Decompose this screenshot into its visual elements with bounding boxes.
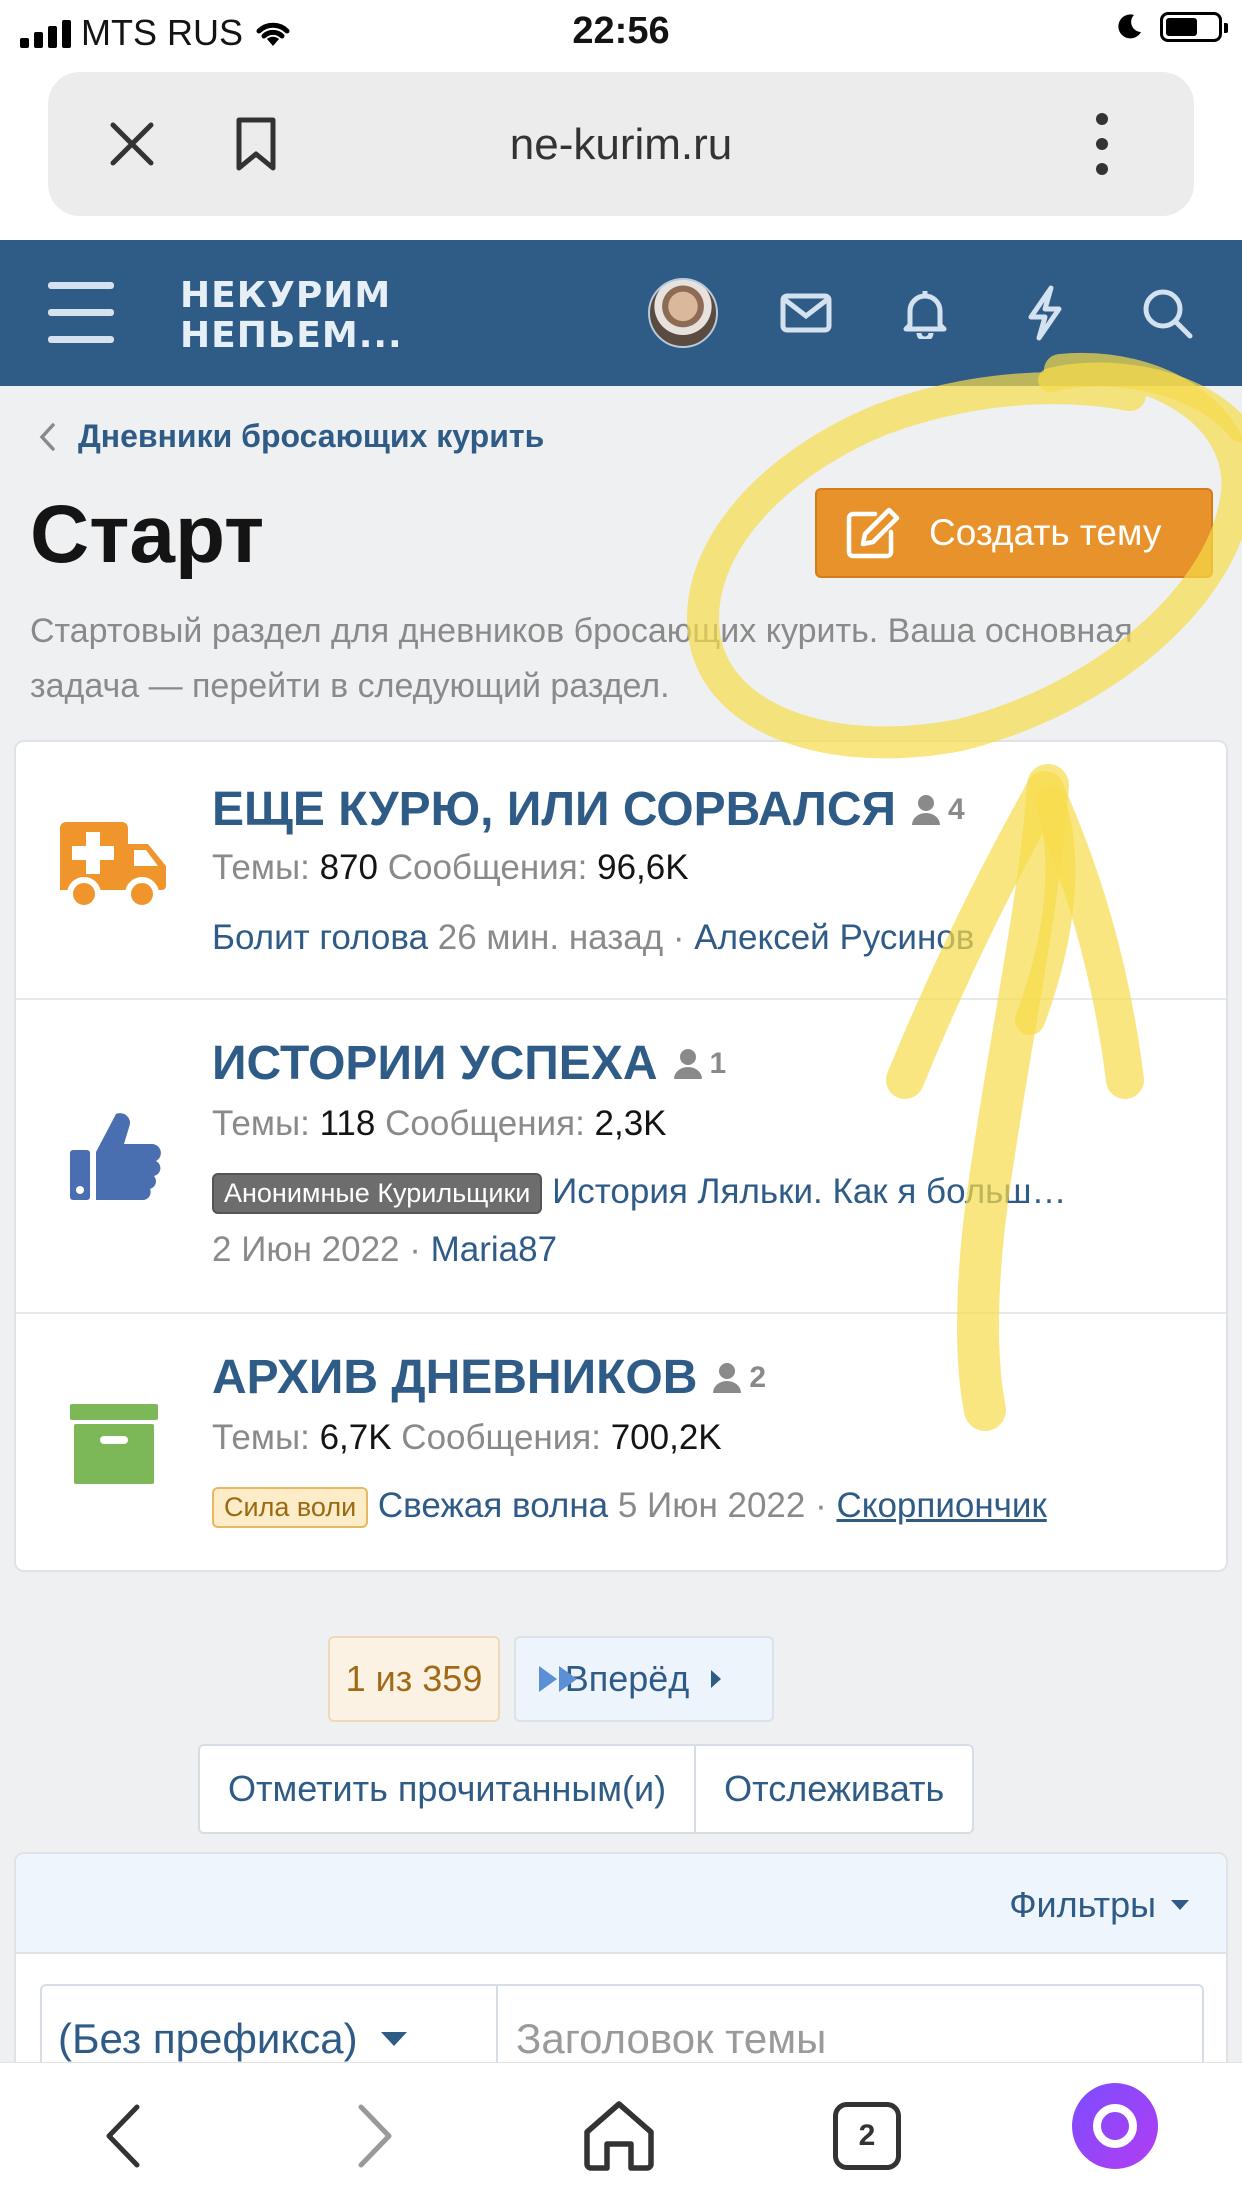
edit-icon [846,507,900,559]
users-online: 1 [672,1047,726,1081]
browser-toolbar: ne-kurim.ru [0,62,1242,240]
create-thread-button[interactable]: Создать тему [815,488,1213,578]
forum-stats: Темы: 118 Сообщения: 2,3K [212,1104,667,1143]
watch-button[interactable]: Отслеживать [694,1746,972,1832]
mark-read-button[interactable]: Отметить прочитанным(и) [200,1746,694,1832]
forward-icon[interactable] [330,2091,420,2181]
last-post-meta: 2 Июн 2022 · Maria87 [212,1230,558,1269]
messages-count: 700,2K [610,1418,722,1457]
page-description: Стартовый раздел для дневников бросающих… [30,612,1133,705]
caret-down-icon [380,2032,407,2046]
home-icon[interactable] [574,2091,664,2181]
url-text[interactable]: ne-kurim.ru [48,120,1194,170]
forum-title[interactable]: ИСТОРИИ УСПЕХА 1 [212,1036,726,1091]
site-logo[interactable]: НЕКУРИМ НЕПЬЕМ... [180,276,403,356]
last-thread-link[interactable]: Свежая волна [378,1486,608,1525]
last-post-time: 5 Июн 2022 [617,1486,806,1525]
forum-node[interactable]: ЕЩЕ КУРЮ, ИЛИ СОРВАЛСЯ 4 Темы: 870 Сообщ… [16,742,1226,1000]
user-icon [713,1362,742,1393]
page-title: Старт [30,489,265,580]
lightning-icon[interactable] [1010,278,1080,348]
page-current[interactable]: 1 из 359 [328,1636,500,1722]
forum-title[interactable]: ЕЩЕ КУРЮ, ИЛИ СОРВАЛСЯ 4 [212,782,965,837]
last-thread-link[interactable]: История Ляльки. Как я больш… [552,1172,1066,1211]
forum-title[interactable]: АРХИВ ДНЕВНИКОВ 2 [212,1350,766,1405]
last-page-icon[interactable] [524,1636,594,1722]
threads-count: 870 [319,848,378,887]
search-icon[interactable] [1132,278,1202,348]
threads-count: 118 [319,1104,376,1143]
menu-icon[interactable] [48,282,114,343]
last-user-link[interactable]: Алексей Русинов [694,918,974,957]
battery-icon [1160,12,1228,42]
messages-count: 96,6K [597,848,689,887]
last-thread-link[interactable]: Болит голова [212,918,428,957]
threads-count: 6,7K [319,1418,392,1457]
forum-actions: Отметить прочитанным(и) Отслеживать [198,1744,975,1834]
last-post: Сила воли Свежая волна 5 Июн 2022 · Скор… [212,1486,1047,1529]
bell-icon[interactable] [890,278,960,348]
breadcrumb[interactable]: Дневники бросающих курить [38,418,544,455]
last-post-time: 26 мин. назад [437,918,664,957]
mail-icon[interactable] [771,278,841,348]
forum-stats: Темы: 870 Сообщения: 96,6K [212,848,689,887]
last-post: Анонимные Курильщики История Ляльки. Как… [212,1172,1067,1215]
last-user-link[interactable]: Скорпиончик [836,1486,1046,1525]
last-user-link[interactable]: Maria87 [431,1230,557,1269]
archive-box-icon [54,1384,174,1504]
browser-bottom-bar: 2 [0,2062,1242,2208]
filters-button[interactable]: Фильтры [1009,1884,1190,1926]
forum-stats: Темы: 6,7K Сообщения: 700,2K [212,1418,722,1457]
breadcrumb-link[interactable]: Дневники бросающих курить [78,418,544,455]
status-bar: MTS RUS 22:56 [0,0,1242,62]
voice-assistant-icon[interactable] [1072,2083,1158,2169]
messages-count: 2,3K [594,1104,667,1143]
create-thread-label: Создать тему [929,512,1162,553]
user-avatar[interactable] [648,278,718,348]
forum-list: ЕЩЕ КУРЮ, ИЛИ СОРВАЛСЯ 4 Темы: 870 Сообщ… [14,740,1228,1572]
last-post-time: 2 Июн 2022 [212,1230,400,1269]
caret-down-icon [1171,1900,1189,1910]
ambulance-icon [54,806,174,926]
status-time: 22:56 [572,10,670,52]
tabs-count: 2 [833,2102,901,2170]
site-header: НЕКУРИМ НЕПЬЕМ... [0,240,1242,386]
prefix-label[interactable]: Анонимные Курильщики [212,1173,543,1215]
user-icon [673,1048,702,1079]
prefix-label[interactable]: Сила воли [212,1487,369,1529]
last-post: Болит голова 26 мин. назад · Алексей Рус… [212,918,975,957]
users-online: 4 [910,793,965,827]
user-icon [912,794,941,825]
caret-right-icon [711,1670,722,1688]
status-right [1114,12,1228,42]
more-vertical-icon[interactable] [1066,108,1138,180]
chevron-left-icon [39,422,55,451]
pagination: 1 из 359 Вперёд [328,1636,774,1722]
thumbs-up-icon [54,1096,174,1216]
forum-node[interactable]: ИСТОРИИ УСПЕХА 1 Темы: 118 Сообщения: 2,… [16,1000,1226,1314]
filter-bar: Фильтры [16,1854,1226,1954]
users-online: 2 [711,1361,766,1395]
moon-icon [1118,14,1141,39]
forum-node[interactable]: АРХИВ ДНЕВНИКОВ 2 Темы: 6,7K Сообщения: … [16,1314,1226,1570]
back-icon[interactable] [78,2091,168,2181]
address-bar[interactable]: ne-kurim.ru [48,72,1194,216]
tabs-icon[interactable]: 2 [822,2091,912,2181]
